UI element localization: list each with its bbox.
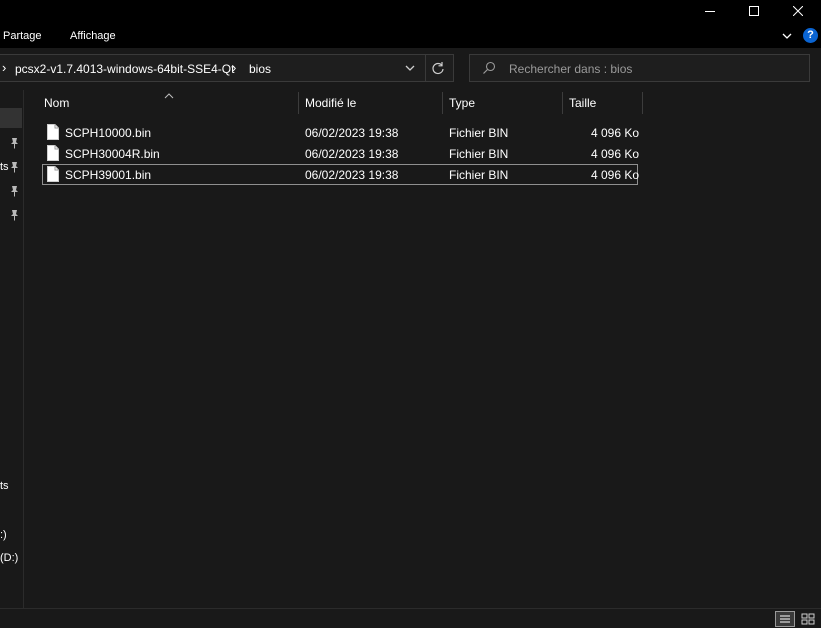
file-modified: 06/02/2023 19:38 — [305, 168, 399, 182]
ribbon-tabs: Partage Affichage ? — [0, 26, 821, 48]
address-bar[interactable]: › pcsx2-v1.7.4013-windows-64bit-SSE4-Qt … — [0, 54, 454, 82]
large-icons-view-button[interactable] — [798, 611, 818, 627]
column-header-name[interactable]: Nom — [44, 96, 69, 110]
file-row-selected[interactable]: SCPH39001.bin 06/02/2023 19:38 Fichier B… — [42, 164, 640, 185]
maximize-button[interactable] — [731, 0, 777, 22]
search-icon — [482, 61, 496, 75]
file-type: Fichier BIN — [449, 147, 509, 161]
file-icon — [47, 124, 59, 140]
column-divider[interactable] — [442, 92, 443, 114]
refresh-button[interactable] — [431, 61, 445, 75]
details-view-button[interactable] — [775, 611, 795, 627]
file-size: 4 096 Ko — [591, 147, 640, 161]
breadcrumb-folder-pcsx2[interactable]: pcsx2-v1.7.4013-windows-64bit-SSE4-Qt — [15, 62, 234, 76]
file-size: 4 096 Ko — [591, 126, 640, 140]
column-divider[interactable] — [298, 92, 299, 114]
nav-item-drive-d[interactable]: (D:) — [0, 552, 18, 564]
file-name: SCPH10000.bin — [65, 126, 152, 140]
nav-item-selected[interactable] — [0, 108, 22, 128]
search-placeholder: Rechercher dans : bios — [509, 62, 633, 76]
column-header-type[interactable]: Type — [449, 96, 475, 110]
nav-item-label[interactable]: ts — [0, 480, 9, 492]
title-bar — [0, 0, 821, 26]
column-divider[interactable] — [562, 92, 563, 114]
large-icons-view-icon — [801, 613, 815, 625]
file-size: 4 096 Ko — [591, 168, 640, 182]
nav-item-label[interactable]: ts — [0, 161, 9, 173]
column-header-modified[interactable]: Modifié le — [305, 96, 356, 110]
close-icon — [793, 6, 803, 16]
address-history-button[interactable] — [404, 62, 416, 74]
pin-icon — [9, 137, 20, 149]
nav-item-drive[interactable]: :) — [0, 529, 7, 541]
tab-partage[interactable]: Partage — [3, 30, 42, 42]
status-bar — [0, 608, 821, 628]
expand-ribbon-button[interactable] — [781, 29, 793, 43]
file-icon — [47, 145, 59, 161]
file-row[interactable]: SCPH30004R.bin 06/02/2023 19:38 Fichier … — [42, 143, 640, 164]
file-row[interactable]: SCPH10000.bin 06/02/2023 19:38 Fichier B… — [42, 122, 640, 143]
details-view-icon — [780, 615, 790, 623]
sort-ascending-icon — [164, 89, 174, 99]
chevron-down-icon — [782, 33, 792, 39]
breadcrumb-separator: › — [2, 60, 7, 75]
breadcrumb-folder-bios[interactable]: bios — [249, 62, 271, 76]
refresh-icon — [432, 62, 444, 75]
divider — [425, 55, 426, 81]
pin-icon — [9, 161, 20, 173]
search-box[interactable]: Rechercher dans : bios — [469, 54, 810, 82]
close-button[interactable] — [775, 0, 821, 22]
pin-icon — [9, 185, 20, 197]
file-type: Fichier BIN — [449, 168, 509, 182]
column-divider[interactable] — [642, 92, 643, 114]
column-header-size[interactable]: Taille — [569, 96, 596, 110]
chevron-down-icon — [405, 65, 415, 71]
tab-affichage[interactable]: Affichage — [70, 30, 116, 42]
maximize-icon — [749, 6, 759, 16]
help-icon: ? — [807, 29, 814, 41]
breadcrumb-separator: › — [232, 60, 237, 75]
file-modified: 06/02/2023 19:38 — [305, 126, 399, 140]
file-type: Fichier BIN — [449, 126, 509, 140]
file-name: SCPH30004R.bin — [65, 147, 160, 161]
minimize-button[interactable] — [687, 0, 733, 22]
help-button[interactable]: ? — [803, 28, 818, 43]
file-icon — [47, 166, 59, 182]
minimize-icon — [705, 11, 715, 12]
file-modified: 06/02/2023 19:38 — [305, 147, 399, 161]
file-name: SCPH39001.bin — [65, 168, 152, 182]
pin-icon — [9, 209, 20, 221]
